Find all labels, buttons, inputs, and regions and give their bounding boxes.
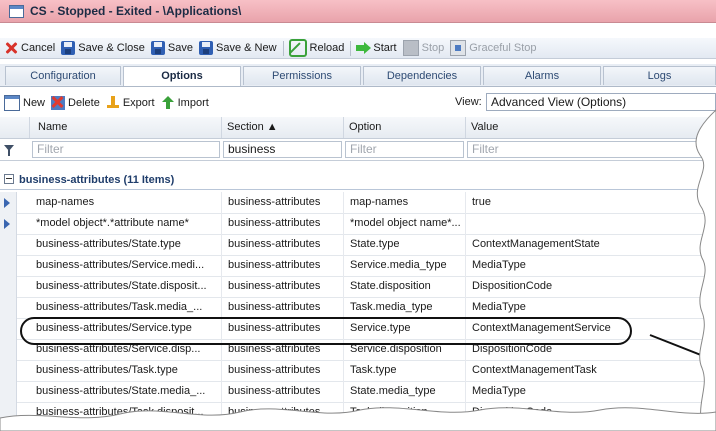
torn-edge-bottom (0, 407, 716, 431)
torn-edge-right (695, 109, 716, 431)
application-window: CS - Stopped - Exited - \Applications\ C… (0, 0, 716, 431)
callout-overlay (0, 109, 716, 431)
